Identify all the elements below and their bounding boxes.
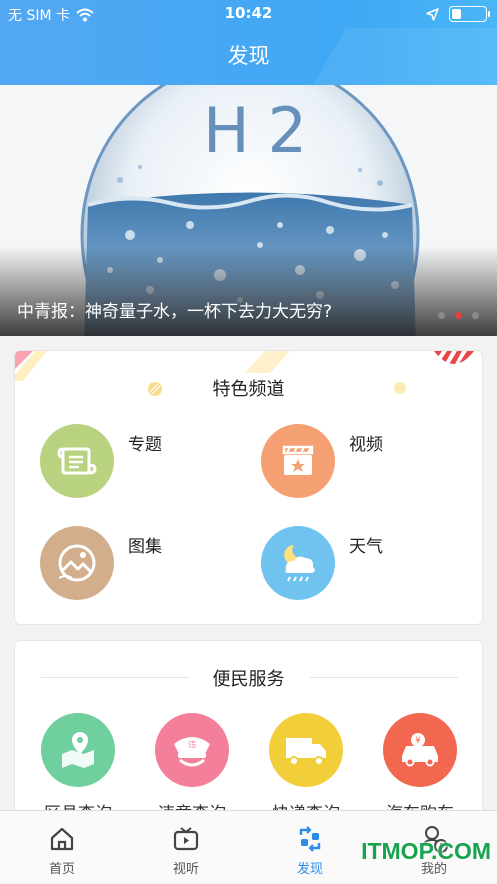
channel-label: 图集 (128, 537, 162, 557)
decoration-red-stripes (434, 351, 474, 366)
channel-label: 天气 (349, 537, 383, 557)
weather-icon (261, 526, 335, 600)
map-location-icon (41, 713, 115, 787)
banner-carousel[interactable]: H2 中青报：神奇量子水，一杯下去力大无穷? (0, 85, 497, 336)
video-clapper-icon (261, 424, 335, 498)
carousel-dot[interactable] (472, 312, 479, 319)
tab-audiovisual[interactable]: 视听 (124, 811, 248, 884)
carousel-dot-active[interactable] (455, 312, 462, 319)
police-cap-icon: 违 (155, 713, 229, 787)
service-item-violation-query[interactable]: 违 违章查询 (142, 713, 242, 824)
tab-home[interactable]: 首页 (0, 811, 124, 884)
carousel-dot[interactable] (438, 312, 445, 319)
banner-art-text: H2 (203, 94, 326, 167)
channel-label: 专题 (128, 435, 162, 455)
tab-discover[interactable]: 发现 (248, 811, 372, 884)
page-title: 发现 (227, 44, 270, 68)
section-title: 便民服务 (212, 669, 285, 690)
decoration-stripes (245, 351, 290, 373)
tab-label: 视听 (172, 862, 199, 877)
channel-item-weather[interactable]: 天气 (261, 526, 451, 606)
tv-icon (171, 824, 201, 854)
location-arrow-icon (426, 7, 439, 21)
service-item-district-query[interactable]: 区县查询 (28, 713, 128, 824)
svg-text:违: 违 (188, 740, 196, 749)
tab-label: 发现 (296, 862, 323, 877)
home-icon (47, 824, 77, 854)
truck-icon (269, 713, 343, 787)
channel-item-video[interactable]: 视频 (261, 424, 451, 504)
scroll-icon (40, 424, 114, 498)
picture-icon (40, 526, 114, 600)
banner-caption[interactable]: 中青报：神奇量子水，一杯下去力大无穷? (17, 297, 332, 322)
service-item-car-purchase[interactable]: ¥ 汽车购车 (370, 713, 470, 824)
tab-label: 首页 (48, 862, 75, 877)
channel-item-special-topic[interactable]: 专题 (40, 424, 230, 504)
svg-text:¥: ¥ (415, 736, 421, 746)
watermark: ITMOP.COM (361, 838, 491, 864)
car-price-icon: ¥ (383, 713, 457, 787)
page-header: 发现 (0, 28, 497, 85)
status-right (426, 6, 490, 22)
carousel-indicator (438, 312, 479, 319)
battery-icon (449, 6, 490, 22)
service-item-express-query[interactable]: 快递查询 (256, 713, 356, 824)
status-bar: 无 SIM 卡 10:42 (0, 0, 497, 28)
discover-icon (295, 824, 325, 854)
channel-item-gallery[interactable]: 图集 (40, 526, 230, 606)
status-time: 10:42 (224, 4, 273, 22)
channel-label: 视频 (349, 435, 383, 455)
section-title: 特色频道 (212, 379, 285, 400)
featured-channels-card: 特色频道 专题 视频 图集 天气 (14, 350, 483, 625)
